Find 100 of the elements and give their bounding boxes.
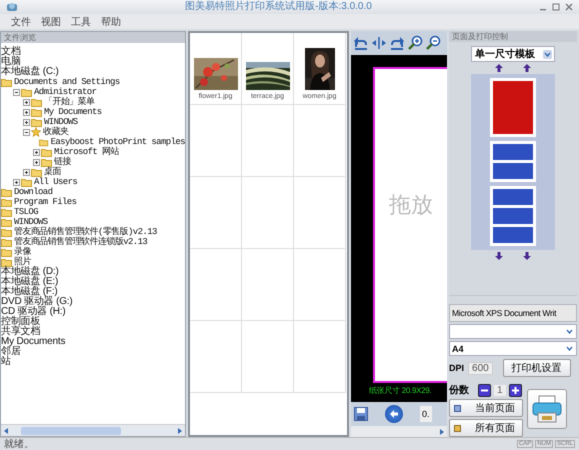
tree-item[interactable]: 本地磁盘 (D:)	[1, 267, 59, 277]
tree-item[interactable]: WINDOWS	[44, 117, 78, 127]
tree-item[interactable]: 照片	[14, 257, 31, 267]
rotate-right-icon[interactable]	[389, 35, 405, 51]
tree-item[interactable]: 录像	[14, 247, 31, 257]
horizontal-scrollbar[interactable]	[1, 424, 185, 436]
tree-item[interactable]: 管友商品销售管理软件(零售版)v2.13	[14, 227, 157, 237]
status-text: 就绪。	[4, 438, 34, 450]
empty-cell	[190, 321, 242, 393]
horizontal-scrollbar[interactable]	[351, 426, 447, 437]
up-arrow-icon[interactable]	[495, 64, 503, 72]
menu-item[interactable]: 文件	[8, 14, 34, 28]
tree-item[interactable]: Program Files	[14, 197, 76, 207]
folder-icon	[1, 228, 12, 236]
tree-item[interactable]: DVD 驱动器 (G:)	[1, 297, 72, 307]
expander-icon[interactable]	[12, 178, 20, 186]
expander-icon[interactable]	[22, 108, 30, 116]
tree-item[interactable]: 本地磁盘 (C:)	[1, 67, 59, 77]
tree-item[interactable]: My Documents	[1, 337, 66, 347]
expander-icon[interactable]	[22, 98, 30, 106]
empty-cell	[242, 321, 294, 393]
tree-item[interactable]: 文档	[1, 47, 21, 57]
window-title: 图美易特照片打印系统试用版-版本:3.0.0.0	[184, 1, 373, 13]
plus-icon	[512, 386, 519, 394]
print-button[interactable]	[527, 389, 567, 429]
all-pages-button[interactable]: 所有页面	[449, 419, 523, 437]
tree-item[interactable]: Download	[14, 187, 52, 197]
template-dropdown[interactable]: 单一尺寸模板	[471, 46, 555, 62]
empty-cell	[190, 249, 242, 321]
tree-item[interactable]: All Users	[34, 177, 78, 187]
paper-size-dropdown[interactable]: A4	[449, 341, 577, 356]
tree-item[interactable]: 本地磁盘 (F:)	[1, 287, 58, 297]
up-arrow-icon[interactable]	[523, 64, 531, 72]
folder-icon	[1, 188, 12, 196]
expander-icon[interactable]	[32, 158, 40, 166]
folder-icon	[1, 198, 12, 206]
flip-icon[interactable]	[371, 35, 387, 51]
tree-item[interactable]: 控制面板	[1, 317, 40, 327]
menu-item[interactable]: 帮助	[98, 14, 124, 28]
tree-item[interactable]: Documents and Settings	[14, 77, 120, 87]
tree-item[interactable]: 桌面	[44, 167, 61, 177]
tree-item[interactable]: Administrator	[34, 87, 96, 97]
empty-cell	[294, 249, 346, 321]
increment-button[interactable]	[508, 384, 522, 396]
tree-item[interactable]: CD 驱动器 (H:)	[1, 307, 66, 317]
folder-icon	[1, 78, 12, 86]
empty-cell	[242, 177, 294, 249]
dpi-field[interactable]: 600	[468, 362, 493, 374]
printer-field[interactable]: Microsoft XPS Document Writ	[449, 304, 577, 322]
tree-item[interactable]: 链接	[54, 157, 71, 167]
drop-hint: 拖放	[389, 192, 433, 220]
folder-icon	[31, 108, 42, 116]
tree-item[interactable]: 电脑	[1, 57, 21, 67]
tree-item[interactable]: 「开始」菜单	[44, 97, 94, 107]
expander-icon[interactable]	[32, 148, 40, 156]
empty-cell	[294, 105, 346, 177]
close-icon[interactable]	[565, 3, 573, 11]
folder-icon	[31, 118, 42, 126]
folder-icon	[21, 178, 32, 186]
tree-item[interactable]: WINDOWS	[14, 217, 48, 227]
expander-icon[interactable]	[22, 118, 30, 126]
decrement-button[interactable]	[478, 384, 491, 396]
down-arrow-icon[interactable]	[523, 252, 531, 260]
tree-item[interactable]: 邻居	[1, 347, 21, 357]
empty-cell	[190, 105, 242, 177]
chevron-down-icon	[543, 50, 552, 58]
expander-icon[interactable]	[12, 88, 20, 96]
zoom-in-icon[interactable]	[407, 35, 423, 51]
folder-icon	[31, 98, 42, 106]
down-arrow-icon[interactable]	[495, 252, 503, 260]
printer-settings-button[interactable]: 打印机设置	[502, 359, 571, 377]
tree-item[interactable]: 共享文档	[1, 327, 40, 337]
tree-item[interactable]: 收藏夹	[43, 127, 68, 137]
tree-item[interactable]: 管友商品销售管理软件连锁版v2.13	[14, 237, 148, 247]
expander-icon[interactable]	[22, 168, 30, 176]
tree-item[interactable]: Microsoft 网站	[54, 147, 119, 157]
tree-item[interactable]: TSLOG	[14, 207, 38, 217]
tree-item[interactable]: 本地磁盘 (E:)	[1, 277, 58, 287]
empty-cell	[294, 321, 346, 393]
copies-field[interactable]: 1	[494, 384, 506, 396]
zoom-out-icon[interactable]	[425, 35, 441, 51]
zoom-field[interactable]: 0.	[420, 406, 432, 422]
tree-item[interactable]: My Documents	[44, 107, 102, 117]
square-icon	[454, 404, 461, 412]
rotate-left-icon[interactable]	[353, 35, 369, 51]
panel-title: 页面及打印控制	[452, 32, 508, 42]
folder-icon	[1, 248, 12, 256]
empty-cell	[242, 249, 294, 321]
maximize-icon[interactable]	[552, 3, 560, 11]
empty-cell	[242, 105, 294, 177]
menu-item[interactable]: 工具	[68, 14, 94, 28]
app-icon	[6, 1, 18, 13]
back-button[interactable]	[385, 405, 403, 423]
tree-item[interactable]: Easyboost PhotoPrint samples	[50, 137, 185, 147]
printer-icon	[532, 395, 562, 423]
expander-icon[interactable]	[22, 128, 30, 136]
tree-item[interactable]: 站	[1, 357, 11, 367]
current-page-button[interactable]: 当前页面	[449, 399, 523, 417]
menu-item[interactable]: 视图	[38, 14, 64, 28]
save-icon[interactable]	[354, 407, 368, 421]
